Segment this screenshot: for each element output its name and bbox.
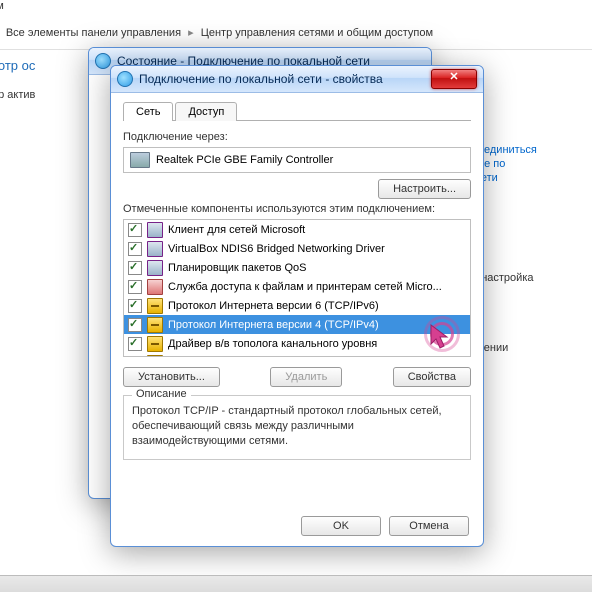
install-button[interactable]: Установить... — [123, 367, 220, 387]
window-title: Подключение по локальной сети - свойства — [139, 72, 431, 86]
titlebar[interactable]: Подключение по локальной сети - свойства… — [111, 66, 483, 93]
checkbox[interactable] — [128, 280, 142, 294]
list-item-label: Планировщик пакетов QoS — [168, 262, 307, 274]
service-icon — [147, 260, 163, 276]
components-label: Отмеченные компоненты используются этим … — [123, 203, 471, 215]
tab-network[interactable]: Сеть — [123, 102, 173, 121]
description-box: Описание Протокол TCP/IP - стандартный п… — [123, 395, 471, 460]
checkbox[interactable] — [128, 223, 142, 237]
window-icon — [117, 71, 133, 87]
breadcrumb: ния ▸ Все элементы панели управления ▸ Ц… — [0, 23, 592, 50]
checkbox[interactable] — [128, 261, 142, 275]
configure-button[interactable]: Настроить... — [378, 179, 471, 199]
breadcrumb-part[interactable]: Центр управления сетями и общим доступом — [201, 27, 433, 39]
list-item[interactable]: Протокол Интернета версии 6 (TCP/IPv6) — [124, 296, 470, 315]
properties-button[interactable]: Свойства — [393, 367, 471, 387]
list-item-label: Драйвер в/в тополога канального уровня — [168, 338, 377, 350]
list-item[interactable]: Драйвер в/в тополога канального уровня — [124, 334, 470, 353]
nic-icon — [130, 152, 150, 168]
list-item[interactable]: Протокол Интернета версии 4 (TCP/IPv4) — [124, 315, 470, 334]
tab-access[interactable]: Доступ — [175, 102, 237, 121]
components-list[interactable]: Клиент для сетей Microsoft VirtualBox NDI… — [123, 219, 471, 357]
protocol-icon — [147, 355, 163, 358]
statusbar — [0, 575, 592, 592]
list-item-label: Ответчик обнаружения топологии канальног… — [168, 357, 440, 358]
remove-button[interactable]: Удалить — [270, 367, 342, 387]
list-item[interactable]: Служба доступа к файлам и принтерам сете… — [124, 277, 470, 296]
cancel-button[interactable]: Отмена — [389, 516, 469, 536]
chevron-right-icon: ▸ — [0, 26, 3, 39]
service-icon — [147, 222, 163, 238]
nic-name: Realtek PCIe GBE Family Controller — [156, 154, 333, 166]
tabstrip: Сеть Доступ — [123, 101, 471, 121]
list-item-label: VirtualBox NDIS6 Bridged Networking Driv… — [168, 243, 385, 255]
ok-button[interactable]: OK — [301, 516, 381, 536]
list-item-label: Протокол Интернета версии 4 (TCP/IPv4) — [168, 319, 379, 331]
window-title-fragment: ступом — [0, 0, 592, 15]
protocol-icon — [147, 336, 163, 352]
list-item-label: Клиент для сетей Microsoft — [168, 224, 305, 236]
connection-properties-dialog: Подключение по локальной сети - свойства… — [110, 65, 484, 547]
nic-field[interactable]: Realtek PCIe GBE Family Controller — [123, 147, 471, 173]
breadcrumb-part[interactable]: Все элементы панели управления — [6, 27, 181, 39]
checkbox[interactable] — [128, 318, 142, 332]
list-item-label: Протокол Интернета версии 6 (TCP/IPv6) — [168, 300, 379, 312]
description-text: Протокол TCP/IP - стандартный протокол г… — [132, 404, 462, 449]
list-item[interactable]: Ответчик обнаружения топологии канальног… — [124, 353, 470, 357]
checkbox[interactable] — [128, 356, 142, 358]
service-icon — [147, 279, 163, 295]
service-icon — [147, 241, 163, 257]
checkbox[interactable] — [128, 337, 142, 351]
checkbox[interactable] — [128, 242, 142, 256]
window-icon — [95, 53, 111, 69]
checkbox[interactable] — [128, 299, 142, 313]
chevron-right-icon: ▸ — [184, 26, 198, 39]
close-button[interactable]: ✕ — [431, 69, 477, 89]
list-item[interactable]: Клиент для сетей Microsoft — [124, 220, 470, 239]
protocol-icon — [147, 298, 163, 314]
protocol-icon — [147, 317, 163, 333]
list-item[interactable]: VirtualBox NDIS6 Bridged Networking Driv… — [124, 239, 470, 258]
list-item[interactable]: Планировщик пакетов QoS — [124, 258, 470, 277]
description-header: Описание — [132, 388, 191, 400]
list-item-label: Служба доступа к файлам и принтерам сете… — [168, 281, 442, 293]
connect-using-label: Подключение через: — [123, 131, 471, 143]
